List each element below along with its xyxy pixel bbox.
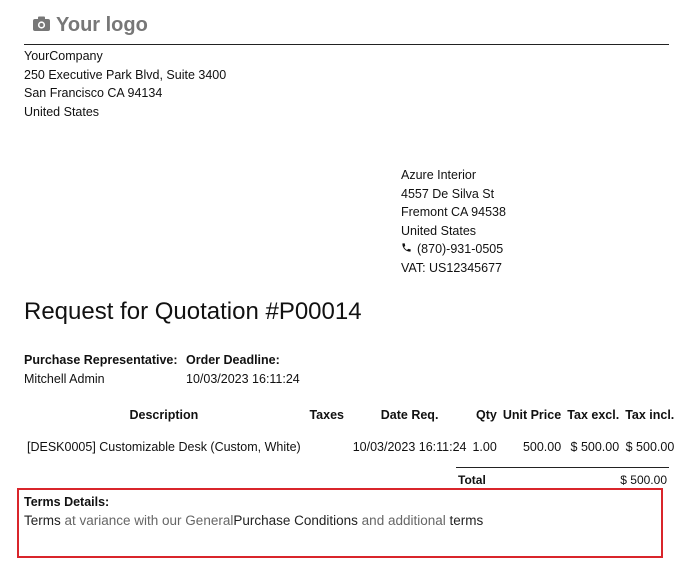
deadline-value: 10/03/2023 16:11:24 — [186, 371, 300, 386]
cell-description: [DESK0005] Customizable Desk (Custom, Wh… — [27, 440, 301, 454]
col-tax-incl: Tax incl. — [625, 408, 675, 422]
cell-qty: 1.00 — [472, 440, 497, 454]
phone-icon — [401, 240, 412, 259]
cell-unit-price: 500.00 — [522, 440, 562, 454]
order-deadline: Order Deadline: 10/03/2023 16:11:24 — [186, 351, 300, 388]
total-divider — [456, 467, 669, 468]
terms-link[interactable]: Terms — [24, 513, 61, 528]
table-header-row: Description Taxes Date Req. Qty Unit Pri… — [24, 406, 677, 428]
table-row: [DESK0005] Customizable Desk (Custom, Wh… — [24, 428, 677, 458]
col-description: Description — [129, 408, 199, 422]
col-unit-price: Unit Price — [502, 408, 562, 422]
cell-tax-incl: $ 500.00 — [625, 440, 675, 454]
cell-tax-excl: $ 500.00 — [570, 440, 620, 454]
terms-text: Terms at variance with our GeneralPurcha… — [24, 513, 483, 528]
partner-vat: VAT: US12345677 — [401, 260, 502, 275]
partner-street: 4557 De Silva St — [401, 186, 495, 201]
document-title: Request for Quotation #P00014 — [24, 298, 362, 325]
order-lines-table: Description Taxes Date Req. Qty Unit Pri… — [24, 406, 677, 458]
col-qty: Qty — [475, 408, 497, 422]
company-country: United States — [24, 104, 100, 119]
purchase-conditions-link[interactable]: Purchase Conditions — [233, 513, 358, 528]
col-tax-excl: Tax excl. — [567, 408, 620, 422]
company-logo: Your logo — [33, 14, 148, 37]
partner-country: United States — [401, 223, 477, 238]
col-date-req: Date Req. — [380, 408, 439, 422]
terms-title: Terms Details: — [24, 495, 110, 509]
terms-text-part-2: and additional — [357, 513, 450, 528]
rep-label: Purchase Representative: — [24, 353, 178, 367]
company-city: San Francisco CA 94134 — [24, 86, 163, 101]
cell-taxes — [304, 428, 350, 458]
logo-text: Your logo — [56, 14, 148, 36]
company-address: YourCompany 250 Executive Park Blvd, Sui… — [24, 47, 226, 121]
total-label: Total — [458, 473, 486, 487]
total-row: Total $ 500.00 — [456, 473, 667, 487]
terms-text-part: at variance with our General — [60, 513, 234, 528]
purchase-representative: Purchase Representative: Mitchell Admin — [24, 351, 178, 388]
additional-terms-link[interactable]: terms — [450, 513, 484, 528]
camera-icon — [33, 14, 50, 37]
partner-city: Fremont CA 94538 — [401, 205, 506, 220]
company-name: YourCompany — [24, 49, 103, 63]
partner-address: Azure Interior 4557 De Silva St Fremont … — [401, 166, 506, 278]
company-street: 250 Executive Park Blvd, Suite 3400 — [24, 67, 227, 82]
partner-phone-row: (870)-931-0505 — [401, 240, 506, 259]
partner-phone: (870)-931-0505 — [417, 242, 504, 257]
total-value: $ 500.00 — [620, 473, 667, 487]
col-taxes: Taxes — [309, 408, 344, 422]
cell-date-req: 10/03/2023 16:11:24 — [352, 440, 467, 454]
rep-value: Mitchell Admin — [24, 371, 105, 386]
partner-name: Azure Interior — [401, 168, 477, 182]
header-divider — [24, 44, 669, 45]
deadline-label: Order Deadline: — [186, 353, 280, 367]
